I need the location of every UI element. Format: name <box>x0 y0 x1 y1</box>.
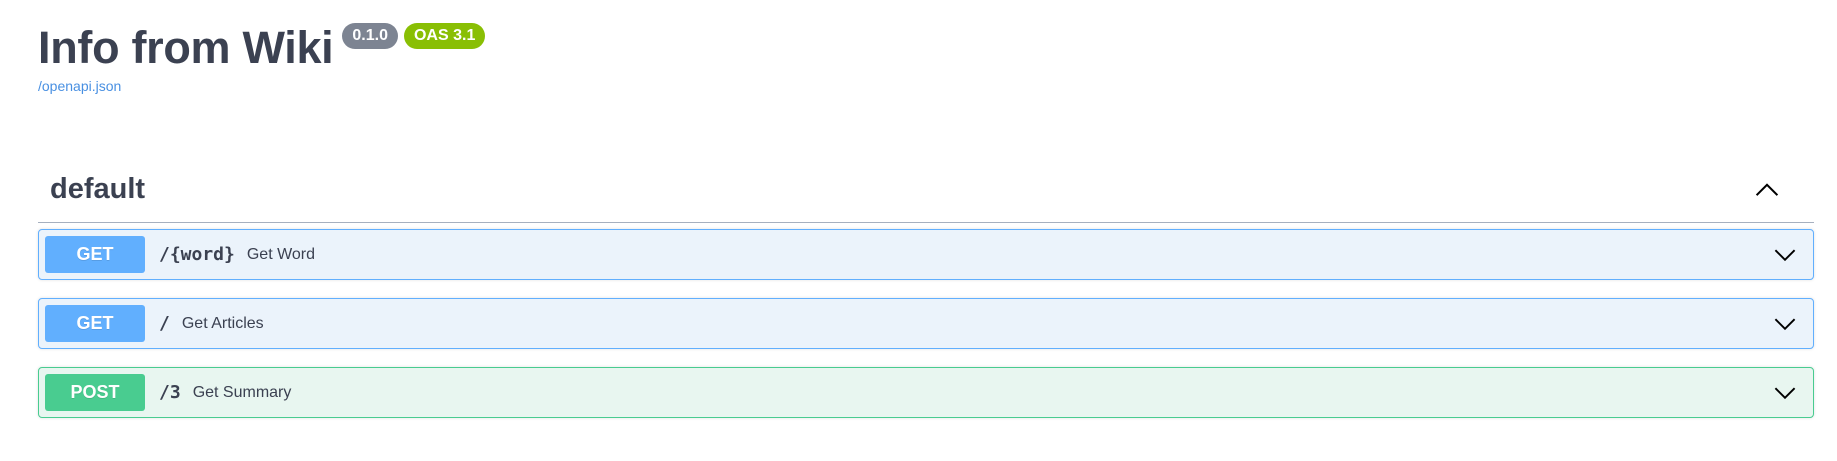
operation-summary: Get Word <box>246 245 316 263</box>
chevron-up-icon[interactable] <box>1754 177 1780 203</box>
operation-get-articles[interactable]: GET / Get Articles <box>38 298 1814 349</box>
operation-summary: Get Articles <box>181 314 264 332</box>
http-method-badge: GET <box>45 236 145 273</box>
operation-path: / <box>159 313 170 334</box>
operations-list: GET /{word} Get Word GET / Get Articles … <box>38 229 1814 436</box>
chevron-down-icon[interactable] <box>1773 381 1797 405</box>
chevron-down-icon[interactable] <box>1773 312 1797 336</box>
http-method-badge: GET <box>45 305 145 342</box>
version-badge: 0.1.0 <box>342 23 398 49</box>
http-method-badge: POST <box>45 374 145 411</box>
swagger-ui: Info from Wiki 0.1.0 OAS 3.1 /openapi.js… <box>38 0 1814 418</box>
operation-get-word[interactable]: GET /{word} Get Word <box>38 229 1814 280</box>
oas-version-badge: OAS 3.1 <box>403 23 486 49</box>
operation-path: /{word} <box>159 244 235 265</box>
operation-summary: Get Summary <box>192 383 292 401</box>
operation-post-summary[interactable]: POST /3 Get Summary <box>38 367 1814 418</box>
tag-section-header-default[interactable]: default <box>38 163 1814 223</box>
title-row: Info from Wiki 0.1.0 OAS 3.1 <box>38 22 1814 74</box>
api-title: Info from Wiki <box>38 22 334 73</box>
operation-path: /3 <box>159 382 181 403</box>
openapi-spec-link[interactable]: /openapi.json <box>38 78 121 94</box>
tag-name: default <box>50 173 146 205</box>
chevron-down-icon[interactable] <box>1773 243 1797 267</box>
api-info: Info from Wiki 0.1.0 OAS 3.1 /openapi.js… <box>38 0 1814 96</box>
